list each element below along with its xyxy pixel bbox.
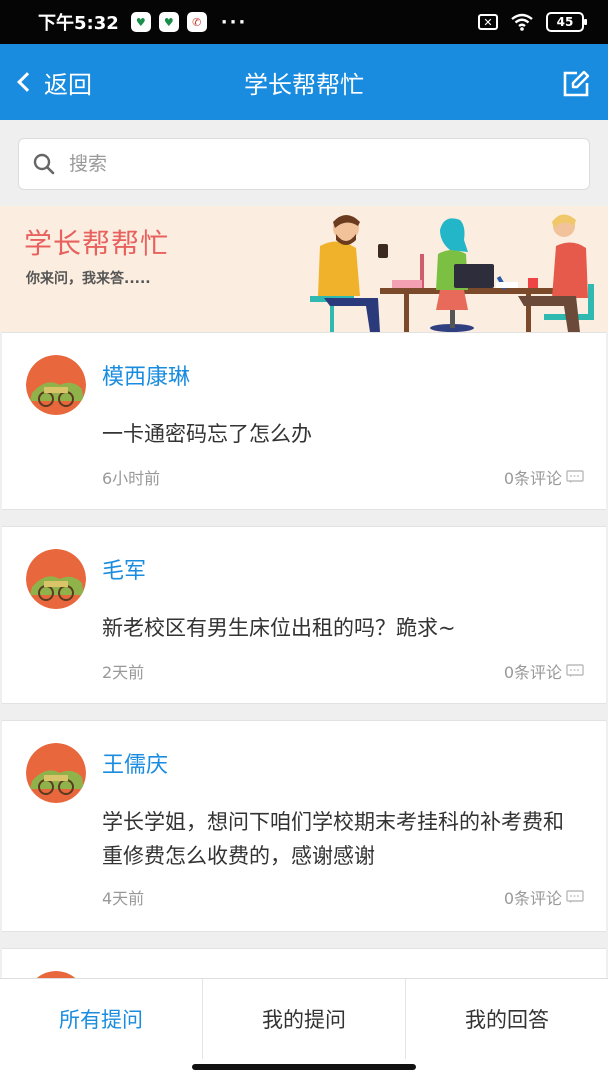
question-card[interactable]: 王儒庆 学长学姐，想问下咱们学校期末考挂科的补考费和重修费怎么收费的，感谢感谢 … [2, 720, 606, 932]
tab-my-answers[interactable]: 我的回答 [406, 979, 608, 1059]
status-time: 下午5:32 [38, 13, 119, 34]
comment-count[interactable]: 0条评论 [504, 885, 584, 909]
tab-all-questions[interactable]: 所有提问 [0, 979, 203, 1059]
app-notification-icon: ✆ [186, 12, 207, 32]
question-text[interactable]: 新老校区有男生床位出租的吗？跪求~ [102, 611, 582, 645]
shield-app-icon: ♥ [130, 12, 151, 32]
no-sim-icon: ✕ [478, 14, 498, 30]
post-time: 6小时前 [102, 469, 161, 488]
author-name[interactable]: 毛军 [102, 553, 146, 585]
banner-title: 学长帮帮忙 [24, 227, 170, 260]
banner-illustration [310, 214, 594, 332]
back-label: 返回 [44, 70, 92, 99]
avatar[interactable] [26, 743, 86, 803]
tab-my-questions[interactable]: 我的提问 [203, 979, 406, 1059]
comment-count-label: 0条评论 [503, 889, 562, 908]
search-box[interactable] [18, 138, 590, 190]
author-name[interactable]: 王儒庆 [102, 747, 168, 779]
banner-subtitle: 你来问，我来答..... [26, 271, 151, 287]
avatar[interactable] [26, 549, 86, 609]
chevron-left-icon [17, 72, 37, 92]
question-text[interactable]: 学长学姐，想问下咱们学校期末考挂科的补考费和重修费怎么收费的，感谢感谢 [102, 805, 582, 873]
battery-icon: 45 [546, 12, 587, 32]
shield-app-icon-2: ♥ [158, 12, 179, 32]
question-card[interactable]: 毛军 新老校区有男生床位出租的吗？跪求~ 2天前 0条评论 [2, 526, 606, 704]
back-button[interactable]: 返回 [14, 44, 92, 120]
comment-icon [566, 664, 584, 677]
search-area [0, 120, 608, 208]
avatar-image [26, 549, 86, 609]
author-name[interactable]: 模西康琳 [102, 359, 190, 391]
app-header: 学长帮帮忙 返回 [0, 44, 608, 120]
status-bar: 下午5:32 ♥ ♥ ✆ ··· ✕ 45 [0, 0, 608, 44]
post-time: 4天前 [102, 889, 145, 908]
avatar[interactable] [26, 355, 86, 415]
comment-count[interactable]: 0条评论 [504, 465, 584, 489]
more-notifications-icon: ··· [220, 11, 248, 33]
edit-icon[interactable] [562, 70, 590, 98]
wifi-icon [511, 13, 533, 31]
post-time: 2天前 [102, 663, 145, 682]
question-card[interactable]: 模西康琳 一卡通密码忘了怎么办 6小时前 0条评论 [2, 332, 606, 510]
promo-banner[interactable]: 学长帮帮忙 你来问，我来答..... [0, 206, 608, 332]
avatar-image [26, 743, 86, 803]
comment-count-label: 0条评论 [503, 469, 562, 488]
search-input[interactable] [69, 153, 549, 175]
comment-icon [566, 470, 584, 483]
comment-icon [566, 890, 584, 903]
comment-count-label: 0条评论 [503, 663, 562, 682]
avatar-image [26, 355, 86, 415]
comment-count[interactable]: 0条评论 [504, 659, 584, 683]
question-text[interactable]: 一卡通密码忘了怎么办 [102, 417, 582, 451]
home-indicator[interactable] [192, 1064, 416, 1070]
search-icon [33, 153, 55, 175]
